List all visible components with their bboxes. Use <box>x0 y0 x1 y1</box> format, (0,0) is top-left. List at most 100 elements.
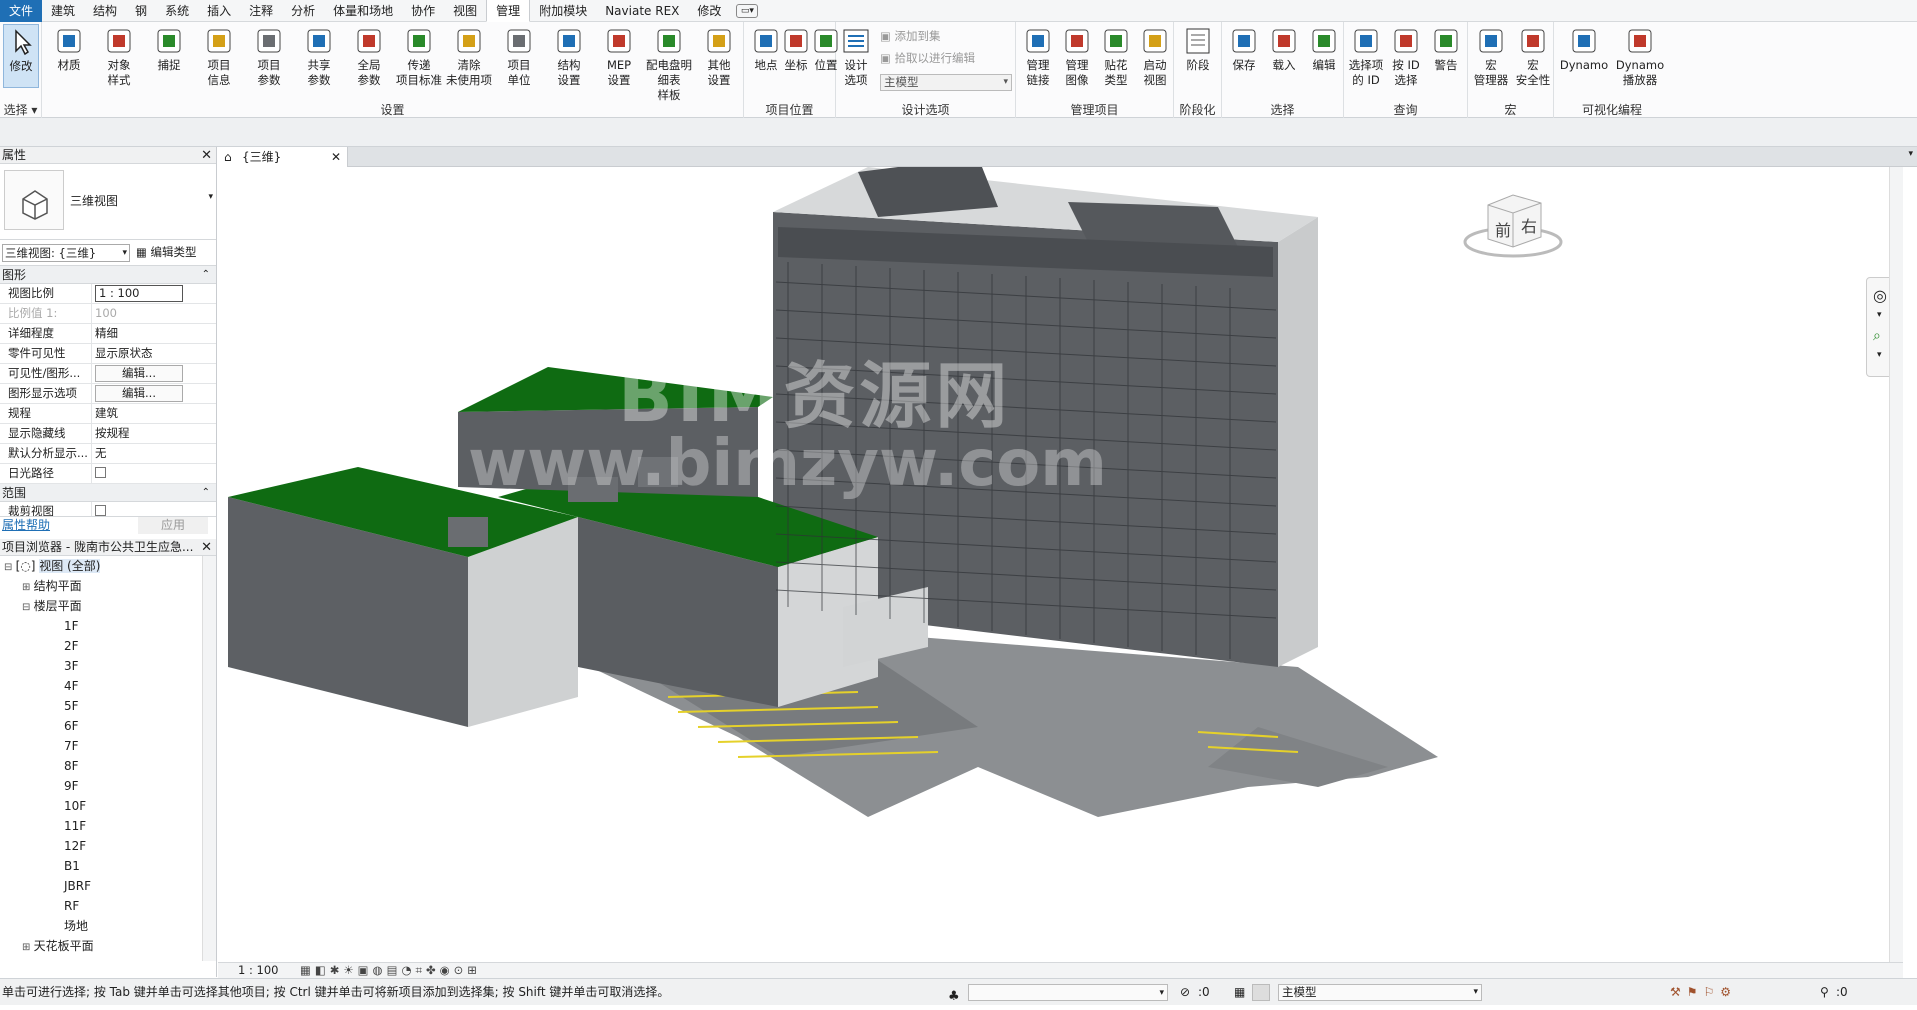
view-selector[interactable]: 三维视图: {三维} ▾ <box>2 244 130 262</box>
tree-item[interactable]: 场地 <box>0 916 216 936</box>
apply-button[interactable]: 应用 <box>138 517 208 534</box>
property-value[interactable]: 建筑 <box>92 404 216 423</box>
tree-item[interactable]: 2F <box>0 636 216 656</box>
tree-item[interactable]: 3F <box>0 656 216 676</box>
ribbon-button-p-selection-1[interactable]: 载入 <box>1264 24 1304 73</box>
tab-1[interactable]: 建筑 <box>42 0 84 22</box>
tab-8[interactable]: 体量和场地 <box>324 0 402 22</box>
property-value[interactable]: 按规程 <box>92 424 216 443</box>
properties-help-link[interactable]: 属性帮助 <box>0 518 50 532</box>
ribbon-button-p-settings-3[interactable]: 项目 信息 <box>194 24 244 88</box>
ribbon-button-p-vp-0[interactable]: Dynamo <box>1556 24 1612 73</box>
ribbon-button-p-macros-1[interactable]: 宏 安全性 <box>1512 24 1554 88</box>
chevron-down-icon[interactable]: ▾ <box>1877 310 1882 320</box>
property-value[interactable]: 1 : 100 <box>92 284 216 303</box>
tab-3[interactable]: 钢 <box>126 0 156 22</box>
edit-button[interactable]: 编辑... <box>95 365 183 382</box>
design-option-status-combo[interactable]: 主模型 ▾ <box>1278 984 1482 1001</box>
ribbon-button-p-settings-0[interactable]: 材质 <box>44 24 94 73</box>
chevron-down-icon[interactable]: ▾ <box>1877 350 1882 360</box>
viewcube[interactable]: 前 右 <box>1463 187 1563 262</box>
ribbon-button-p-manage-2[interactable]: 贴花 类型 <box>1096 24 1136 88</box>
tree-item[interactable]: B1 <box>0 856 216 876</box>
ribbon-button-p-manage-1[interactable]: 管理 图像 <box>1057 24 1097 88</box>
tree-item[interactable]: 7F <box>0 736 216 756</box>
ribbon-button-p-settings-8[interactable]: 清除 未使用项 <box>444 24 494 88</box>
tree-item[interactable]: 8F <box>0 756 216 776</box>
tree-item[interactable]: 9F <box>0 776 216 796</box>
edit-type-button[interactable]: ▦ 编辑类型 <box>136 244 197 260</box>
checkbox[interactable] <box>95 467 106 478</box>
ribbon-button-p-inquiry-1[interactable]: 按 ID 选择 <box>1386 24 1426 88</box>
design-options-status-icon[interactable]: ▦ <box>1234 979 1245 1005</box>
expand-icon[interactable]: ⊞ <box>22 582 34 593</box>
design-options-button[interactable]: 设计 选项 <box>836 24 876 88</box>
ribbon-button-p-settings-6[interactable]: 全局 参数 <box>344 24 394 88</box>
close-icon[interactable]: ✕ <box>201 147 212 164</box>
tab-7[interactable]: 分析 <box>282 0 324 22</box>
steering-wheel-icon[interactable]: ◎ <box>1873 286 1887 305</box>
property-value[interactable] <box>92 464 216 483</box>
view-scale[interactable]: 1 : 100 <box>238 963 278 978</box>
browser-scrollbar[interactable] <box>202 556 216 961</box>
ribbon-button-p-settings-12[interactable]: 配电盘明细表 样板 <box>644 24 694 103</box>
tree-item[interactable]: 12F <box>0 836 216 856</box>
chevron-down-icon[interactable]: ▾ <box>1908 149 1913 159</box>
tab-3d-view[interactable]: ⌂ {三维} ✕ <box>218 147 348 167</box>
property-value[interactable]: 无 <box>92 444 216 463</box>
tree-item[interactable]: ⊟ [◌] 视图 (全部) <box>0 556 216 576</box>
tree-item[interactable]: JBRF <box>0 876 216 896</box>
workset-icon[interactable]: ♣ <box>948 984 960 1010</box>
property-value[interactable]: 编辑... <box>92 384 216 403</box>
filter-icon[interactable]: ⚲ <box>1820 979 1829 1005</box>
tree-item[interactable]: ⊞ 结构平面 <box>0 576 216 596</box>
ribbon-button-p-inquiry-2[interactable]: 警告 <box>1426 24 1466 73</box>
expand-icon[interactable]: ⊟ <box>4 562 16 573</box>
ribbon-button-p-settings-10[interactable]: 结构 设置 <box>544 24 594 88</box>
tab-0[interactable]: 文件 <box>0 0 43 22</box>
tab-5[interactable]: 插入 <box>198 0 240 22</box>
tree-item[interactable]: ⊞ 天花板平面 <box>0 936 216 956</box>
zoom-icon[interactable]: ⌕ <box>1873 328 1881 344</box>
expand-icon[interactable]: ⊟ <box>22 602 34 613</box>
selection-toggle-icons[interactable]: ⚒⚑⚐⚙ <box>1670 979 1737 1005</box>
property-value[interactable]: 显示原状态 <box>92 344 216 363</box>
tree-item[interactable]: 5F <box>0 696 216 716</box>
type-selector[interactable]: 三维视图 ▾ <box>0 164 216 240</box>
window-switch-icon[interactable]: ▭▾ <box>736 3 759 18</box>
tab-9[interactable]: 协作 <box>402 0 444 22</box>
tab-10[interactable]: 视图 <box>444 0 486 22</box>
ribbon-button-p-settings-13[interactable]: 其他 设置 <box>694 24 744 88</box>
selection-count-icon[interactable]: ⊘ <box>1180 979 1190 1005</box>
tab-13[interactable]: Naviate REX <box>596 0 688 22</box>
ribbon-button-p-manage-3[interactable]: 启动 视图 <box>1135 24 1175 88</box>
tree-item[interactable]: 4F <box>0 676 216 696</box>
expand-icon[interactable]: ⊞ <box>22 942 34 953</box>
tab-2[interactable]: 结构 <box>84 0 126 22</box>
property-value[interactable]: 精细 <box>92 324 216 343</box>
workset-combo[interactable]: ▾ <box>968 984 1168 1001</box>
canvas-scrollbar[interactable] <box>1889 167 1903 962</box>
property-value[interactable]: 编辑... <box>92 364 216 383</box>
ribbon-button-p-settings-5[interactable]: 共享 参数 <box>294 24 344 88</box>
chevron-up-icon[interactable]: ⌃ <box>202 266 210 284</box>
close-icon[interactable]: ✕ <box>331 147 341 167</box>
modify-button[interactable]: 修改 <box>3 24 39 88</box>
chevron-up-icon[interactable]: ⌃ <box>202 484 210 502</box>
edit-button[interactable]: 编辑... <box>95 385 183 402</box>
tab-11[interactable]: 管理 <box>486 0 531 22</box>
tab-14[interactable]: 修改 <box>688 0 730 22</box>
tree-item[interactable]: 1F <box>0 616 216 636</box>
ribbon-button-p-vp-1[interactable]: Dynamo 播放器 <box>1612 24 1668 88</box>
ribbon-button-p-macros-0[interactable]: 宏 管理器 <box>1470 24 1512 88</box>
ribbon-button-p-settings-7[interactable]: 传递 项目标准 <box>394 24 444 88</box>
tree-item[interactable]: 10F <box>0 796 216 816</box>
viewcube-right[interactable]: 右 <box>1521 213 1537 237</box>
ribbon-button-p-settings-11[interactable]: MEP 设置 <box>594 24 644 88</box>
ribbon-button-p-manage-0[interactable]: 管理 链接 <box>1018 24 1058 88</box>
design-option-combo[interactable]: 主模型 ▾ <box>880 74 1012 91</box>
tab-6[interactable]: 注释 <box>240 0 282 22</box>
ribbon-button-p-selection-2[interactable]: 编辑 <box>1304 24 1344 73</box>
drawing-canvas[interactable]: BIM资源网 www.bimzyw.com 前 右 ◎ ▾ ⌕ ▾ <box>218 167 1903 962</box>
tree-item[interactable]: RF <box>0 896 216 916</box>
